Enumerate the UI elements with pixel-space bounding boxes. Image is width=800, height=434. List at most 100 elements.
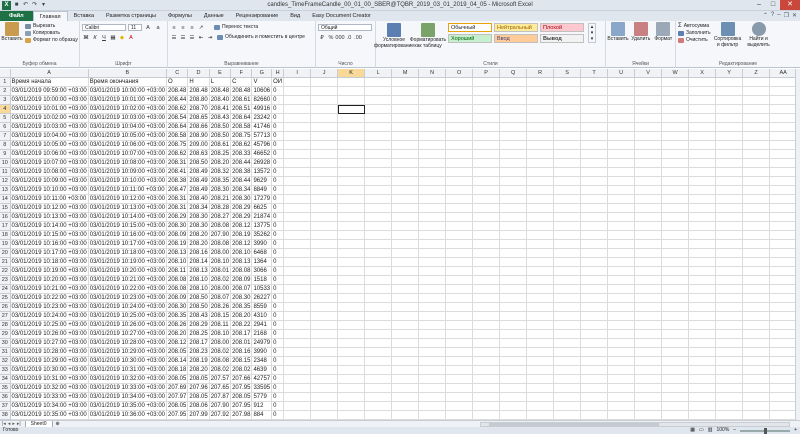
cell-j11[interactable]: [310, 167, 339, 177]
cell-d37[interactable]: 208.06: [187, 401, 210, 411]
cell-x17[interactable]: [688, 221, 717, 231]
cell-f22[interactable]: 208.08: [230, 266, 253, 276]
cell-m9[interactable]: [391, 149, 420, 159]
column-header-p[interactable]: P: [472, 69, 501, 78]
cell-n16[interactable]: [418, 212, 447, 222]
cell-t13[interactable]: [580, 185, 609, 195]
cell-h32[interactable]: 0: [271, 356, 285, 366]
row-header[interactable]: 5: [0, 113, 11, 123]
cell-d26[interactable]: 208.50: [187, 302, 210, 312]
cell-t18[interactable]: [580, 230, 609, 240]
cell-y28[interactable]: [715, 320, 744, 330]
cell-m1[interactable]: [391, 77, 420, 87]
cell-o11[interactable]: [445, 167, 474, 177]
cell-n14[interactable]: [418, 194, 447, 204]
cell-y8[interactable]: [715, 140, 744, 150]
cell-j2[interactable]: [310, 86, 339, 96]
cell-a38[interactable]: 03/01/2019 10:35:00 +03:00: [10, 410, 89, 420]
cell-e2[interactable]: 208.48: [209, 86, 232, 96]
cell-u23[interactable]: [607, 275, 636, 285]
cell-u13[interactable]: [607, 185, 636, 195]
copy-button[interactable]: Копировать: [25, 30, 78, 37]
cell-o29[interactable]: [445, 329, 474, 339]
cell-x12[interactable]: [688, 176, 717, 186]
cell-q32[interactable]: [499, 356, 528, 366]
cell-l17[interactable]: [364, 221, 393, 231]
cell-y30[interactable]: [715, 338, 744, 348]
cell-s27[interactable]: [553, 311, 582, 321]
cell-aa19[interactable]: [769, 239, 798, 249]
cell-u11[interactable]: [607, 167, 636, 177]
bold-button[interactable]: Ж: [82, 34, 90, 41]
cell-t2[interactable]: [580, 86, 609, 96]
cell-g24[interactable]: 10533: [251, 284, 273, 294]
cell-g27[interactable]: 4310: [251, 311, 273, 321]
column-header-u[interactable]: U: [607, 69, 636, 78]
cell-b36[interactable]: 03/01/2019 10:34:00 +03:00: [88, 392, 168, 402]
cell-p10[interactable]: [472, 158, 501, 168]
cell-k19[interactable]: [337, 239, 366, 249]
cell-a29[interactable]: 03/01/2019 10:26:00 +03:00: [10, 329, 89, 339]
horizontal-scroll-thumb[interactable]: [489, 423, 659, 426]
cell-aa6[interactable]: [769, 122, 798, 132]
cell-b21[interactable]: 03/01/2019 10:19:00 +03:00: [88, 257, 168, 267]
cell-n12[interactable]: [418, 176, 447, 186]
cell-p24[interactable]: [472, 284, 501, 294]
cell-r36[interactable]: [526, 392, 555, 402]
cell-aa22[interactable]: [769, 266, 798, 276]
cell-o20[interactable]: [445, 248, 474, 258]
cell-s35[interactable]: [553, 383, 582, 393]
cell-q14[interactable]: [499, 194, 528, 204]
cell-c28[interactable]: 208.26: [166, 320, 189, 330]
cell-z6[interactable]: [742, 122, 771, 132]
cell-e25[interactable]: 208.07: [209, 293, 232, 303]
cell-t1[interactable]: [580, 77, 609, 87]
cell-o3[interactable]: [445, 95, 474, 105]
cell-z28[interactable]: [742, 320, 771, 330]
cell-a27[interactable]: 03/01/2019 10:24:00 +03:00: [10, 311, 89, 321]
cell-z11[interactable]: [742, 167, 771, 177]
cell-e23[interactable]: 208.02: [209, 275, 232, 285]
cell-v22[interactable]: [634, 266, 663, 276]
cell-d31[interactable]: 208.23: [187, 347, 210, 357]
row-header[interactable]: 37: [0, 401, 11, 411]
cell-c20[interactable]: 208.13: [166, 248, 189, 258]
cell-v11[interactable]: [634, 167, 663, 177]
cell-t35[interactable]: [580, 383, 609, 393]
cell-c23[interactable]: 208.08: [166, 275, 189, 285]
cell-r38[interactable]: [526, 410, 555, 420]
cell-i29[interactable]: [283, 329, 312, 339]
cell-n8[interactable]: [418, 140, 447, 150]
cell-q10[interactable]: [499, 158, 528, 168]
cell-q23[interactable]: [499, 275, 528, 285]
cell-z36[interactable]: [742, 392, 771, 402]
cell-b14[interactable]: 03/01/2019 10:12:00 +03:00: [88, 194, 168, 204]
cell-p22[interactable]: [472, 266, 501, 276]
maximize-button[interactable]: □: [766, 0, 780, 10]
cell-s20[interactable]: [553, 248, 582, 258]
cell-x23[interactable]: [688, 275, 717, 285]
cell-t30[interactable]: [580, 338, 609, 348]
increase-decimal-icon[interactable]: .0: [345, 34, 353, 41]
cell-l8[interactable]: [364, 140, 393, 150]
cell-p26[interactable]: [472, 302, 501, 312]
cell-s38[interactable]: [553, 410, 582, 420]
cell-e13[interactable]: 208.30: [209, 185, 232, 195]
cell-o7[interactable]: [445, 131, 474, 141]
cell-l34[interactable]: [364, 374, 393, 384]
cell-w34[interactable]: [661, 374, 690, 384]
cell-w20[interactable]: [661, 248, 690, 258]
cell-i34[interactable]: [283, 374, 312, 384]
cell-i7[interactable]: [283, 131, 312, 141]
cell-u5[interactable]: [607, 113, 636, 123]
cell-g35[interactable]: 33595: [251, 383, 273, 393]
cell-r6[interactable]: [526, 122, 555, 132]
style-output[interactable]: Вывод: [540, 34, 584, 43]
cell-g28[interactable]: 2941: [251, 320, 273, 330]
cell-o15[interactable]: [445, 203, 474, 213]
cell-m25[interactable]: [391, 293, 420, 303]
cell-aa17[interactable]: [769, 221, 798, 231]
number-format-select[interactable]: Общий: [318, 24, 372, 31]
cell-r2[interactable]: [526, 86, 555, 96]
cell-v16[interactable]: [634, 212, 663, 222]
